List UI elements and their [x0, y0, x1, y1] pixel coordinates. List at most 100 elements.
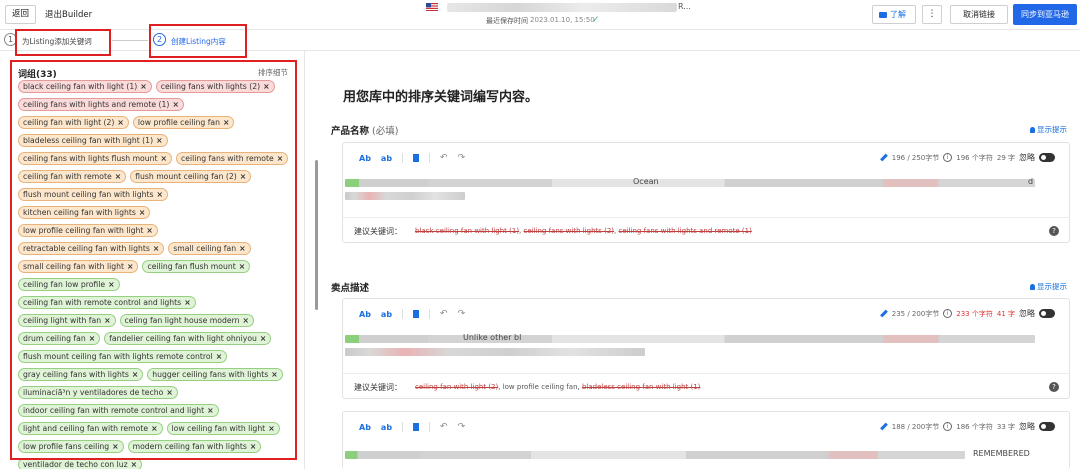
lightbulb-icon [1030, 127, 1035, 133]
show-hint-label: 显示提示 [1037, 282, 1067, 291]
capitalize-button[interactable]: Ab [359, 154, 371, 163]
help-icon[interactable]: ? [1049, 382, 1059, 392]
check-icon: ✓ [592, 15, 600, 25]
editor-toolbar: Ab ab ↶ ↷ [359, 153, 465, 163]
text-fragment: Ocean [633, 177, 659, 186]
last-saved-time: 2023.01.10, 15:50 [530, 16, 595, 24]
char-count: 233 个字符 [956, 309, 993, 318]
char-count: 186 个字符 [956, 422, 993, 431]
show-hint-label: 显示提示 [1037, 125, 1067, 134]
blurred-text-line [345, 192, 465, 200]
suggested-keyword[interactable]: bladeless ceiling fan with light (1) [582, 383, 700, 391]
show-hint-link-product-name[interactable]: 显示提示 [1030, 124, 1067, 135]
editor-toolbar: Ab ab ↶ ↷ [359, 309, 465, 319]
suggested-keywords-label: 建议关键词： [354, 227, 402, 236]
byte-count: 196 / 250字节 [891, 153, 940, 162]
product-name-editor: Ab ab ↶ ↷ 196 / 250字节 i 196 个字符 29 字 忽略 … [342, 142, 1070, 243]
page-heading: 用您库中的排序关键词编写内容。 [343, 90, 539, 105]
lowercase-button[interactable]: ab [381, 423, 392, 432]
ignore-toggle[interactable] [1039, 309, 1055, 318]
more-options-button[interactable]: ⋮ [922, 5, 942, 24]
exit-builder-link[interactable]: 退出Builder [45, 8, 92, 20]
suggested-keywords-row: 建议关键词： ceiling fan with light (2), low p… [343, 373, 1069, 399]
help-icon[interactable]: ? [1049, 226, 1059, 236]
sync-to-amazon-button[interactable]: 同步到亚马逊 [1013, 4, 1077, 25]
bullet-1-editor: Ab ab ↶ ↷ 235 / 200字节 i 233 个字符 41 字 忽略 … [342, 298, 1070, 399]
learn-label: 了解 [890, 10, 906, 19]
lightbulb-icon [1030, 284, 1035, 290]
redo-icon[interactable]: ↷ [458, 309, 466, 319]
text-fragment: d [1028, 177, 1034, 186]
left-panel-scrollbar[interactable] [315, 160, 318, 310]
show-hint-link-bullets[interactable]: 显示提示 [1030, 281, 1067, 292]
text-fragment: REMEMBERED [973, 449, 1030, 458]
pencil-icon [879, 422, 888, 431]
toolbar-divider [402, 422, 404, 432]
redo-icon[interactable]: ↷ [458, 153, 466, 163]
word-count: 29 字 [996, 153, 1015, 162]
suggested-keywords-label: 建议关键词： [354, 383, 402, 392]
video-camera-icon [879, 12, 887, 18]
capitalize-button[interactable]: Ab [359, 423, 371, 432]
blurred-text-line [345, 179, 1035, 187]
capitalize-button[interactable]: Ab [359, 310, 371, 319]
info-icon: i [943, 309, 953, 318]
byte-count: 235 / 200字节 [891, 309, 940, 318]
lowercase-button[interactable]: ab [381, 154, 392, 163]
undo-icon[interactable]: ↶ [440, 309, 448, 319]
document-icon[interactable] [413, 310, 420, 318]
suggested-keyword[interactable]: ceiling fan with light (2) [415, 383, 498, 391]
text-fragment: Unlike other bl [463, 333, 522, 342]
redo-icon[interactable]: ↷ [458, 422, 466, 432]
info-icon: i [943, 422, 953, 431]
word-count: 41 字 [996, 309, 1015, 318]
ignore-toggle[interactable] [1039, 153, 1055, 162]
character-counter: 235 / 200字节 i 233 个字符 41 字 忽略 [879, 308, 1055, 319]
unlink-button[interactable]: 取消链接 [950, 5, 1008, 24]
ignore-label: 忽略 [1019, 422, 1035, 431]
toolbar-divider [402, 309, 404, 319]
back-button[interactable]: 返回 [5, 5, 37, 24]
suggested-keywords-list: black ceiling fan with light (1), ceilin… [415, 227, 752, 235]
suggested-keyword[interactable]: ceiling fans with lights (2) [524, 227, 615, 235]
toolbar-divider [429, 309, 431, 319]
toolbar-divider [429, 153, 431, 163]
product-name-label: 产品名称 [331, 126, 370, 137]
pencil-icon [879, 309, 888, 318]
bullet-points-title: 卖点描述 [331, 283, 370, 294]
document-icon[interactable] [413, 154, 420, 162]
bullet-2-editor: Ab ab ↶ ↷ 188 / 200字节 i 186 个字符 33 字 忽略 … [342, 411, 1070, 469]
character-counter: 196 / 250字节 i 196 个字符 29 字 忽略 [879, 152, 1055, 163]
character-counter: 188 / 200字节 i 186 个字符 33 字 忽略 [879, 421, 1055, 432]
blurred-text-line [345, 451, 965, 459]
highlight-box-keywords [10, 60, 297, 460]
learn-button[interactable]: 了解 [872, 5, 916, 24]
suggested-keyword[interactable]: ceiling fans with lights and remote (1) [619, 227, 752, 235]
ignore-label: 忽略 [1019, 153, 1035, 162]
document-icon[interactable] [413, 423, 420, 431]
suggested-keyword[interactable]: low profile ceiling fan [503, 383, 578, 391]
suggested-keywords-list: ceiling fan with light (2), low profile … [415, 383, 701, 391]
pencil-icon [879, 153, 888, 162]
last-saved-label: 最近保存时间 [486, 17, 528, 25]
remove-tag-icon[interactable]: × [131, 460, 137, 469]
word-count: 33 字 [996, 422, 1015, 431]
info-icon: i [943, 153, 953, 162]
product-name-title: 产品名称 (必填) [331, 123, 398, 137]
step-connector [112, 40, 148, 41]
us-flag-icon [426, 3, 438, 11]
undo-icon[interactable]: ↶ [440, 153, 448, 163]
ignore-toggle[interactable] [1039, 422, 1055, 431]
undo-icon[interactable]: ↶ [440, 422, 448, 432]
toolbar-divider [402, 153, 404, 163]
toolbar-divider [429, 422, 431, 432]
blurred-text-line [345, 348, 645, 356]
editor-toolbar: Ab ab ↶ ↷ [359, 422, 465, 432]
byte-count: 188 / 200字节 [891, 422, 940, 431]
keyword-tag-label: ventilador de techo con luz [23, 460, 128, 469]
blurred-text-line [345, 335, 1035, 343]
suggested-keyword[interactable]: black ceiling fan with light (1) [415, 227, 519, 235]
char-count: 196 个字符 [956, 153, 993, 162]
ignore-label: 忽略 [1019, 309, 1035, 318]
lowercase-button[interactable]: ab [381, 310, 392, 319]
